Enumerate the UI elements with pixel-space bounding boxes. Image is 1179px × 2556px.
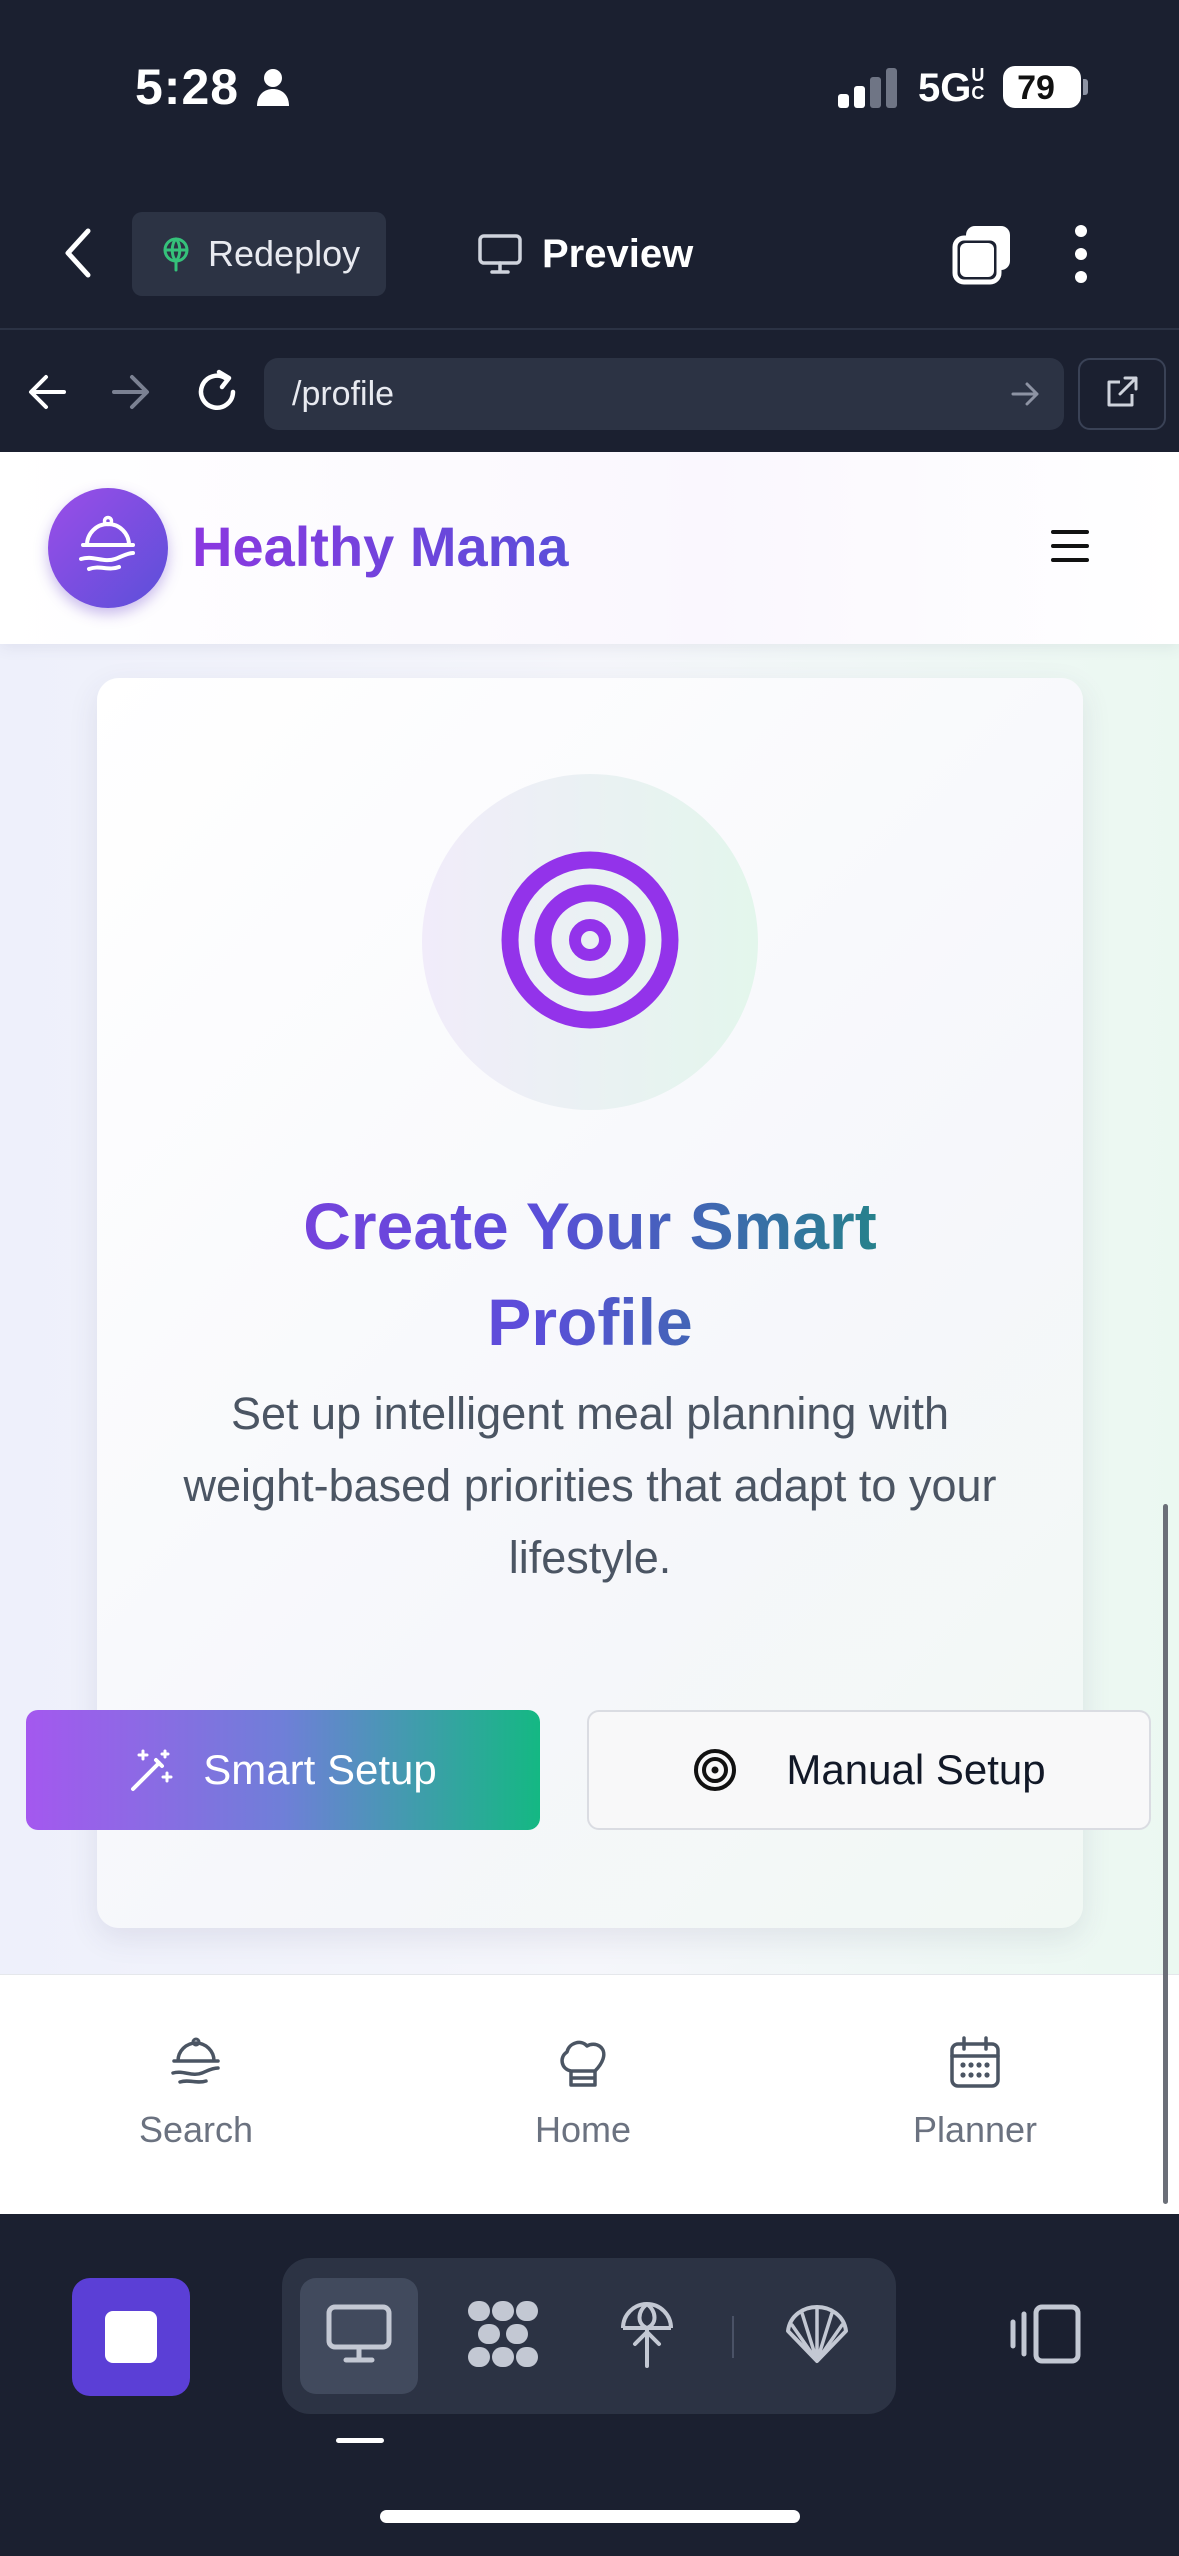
battery-cap xyxy=(1083,79,1088,95)
deploy-globe-icon xyxy=(617,2298,677,2375)
layout-toggle-icon[interactable] xyxy=(1010,2304,1082,2369)
manual-setup-button[interactable]: Manual Setup xyxy=(587,1710,1151,1830)
shell-icon xyxy=(782,2303,852,2370)
site-header: Healthy Mama xyxy=(0,452,1179,644)
nodes-icon xyxy=(466,2299,540,2374)
external-link-icon xyxy=(1104,374,1140,415)
redeploy-icon xyxy=(158,236,194,272)
calendar-icon xyxy=(947,2031,1003,2095)
home-indicator[interactable] xyxy=(380,2510,800,2523)
cloche-icon xyxy=(168,2031,224,2095)
more-options-icon[interactable] xyxy=(1074,224,1088,289)
nav-label: Search xyxy=(138,2109,254,2150)
smart-setup-label: Smart Setup xyxy=(203,1746,437,1793)
dock-divider xyxy=(732,2316,734,2358)
battery-percent: 79 xyxy=(1017,69,1055,107)
status-time: 5:28 xyxy=(135,59,240,115)
bottom-nav: Search Home Planner xyxy=(0,1974,1179,2214)
nav-label: Planner xyxy=(912,2109,1038,2150)
status-bar: 5:28 5GUC 79 xyxy=(0,0,1179,180)
arrow-right-icon[interactable] xyxy=(110,372,152,417)
dock-tool-group xyxy=(282,2258,896,2414)
nav-item-search[interactable]: Search xyxy=(76,2031,316,2151)
active-tab-indicator xyxy=(336,2438,384,2443)
nav-label: Home xyxy=(534,2109,632,2150)
preview-button[interactable]: Preview xyxy=(478,212,693,296)
nav-item-home[interactable]: Home xyxy=(463,2031,703,2151)
redeploy-label: Redeploy xyxy=(208,233,361,274)
stop-square-icon xyxy=(105,2311,157,2363)
card-subtitle: Set up intelligent meal planning with we… xyxy=(183,1388,997,1583)
manual-setup-label: Manual Setup xyxy=(786,1746,1046,1793)
target-badge xyxy=(422,774,758,1110)
app-toolbar: Redeploy Preview xyxy=(0,180,1179,330)
bottom-dock xyxy=(0,2214,1179,2556)
smart-setup-button[interactable]: Smart Setup xyxy=(26,1710,540,1830)
theme-button[interactable] xyxy=(758,2278,876,2394)
target-icon xyxy=(500,850,680,1035)
logo[interactable] xyxy=(48,488,168,608)
arrow-left-icon[interactable] xyxy=(26,372,68,417)
tabs-icon[interactable] xyxy=(952,224,1014,291)
reload-icon[interactable] xyxy=(193,368,241,421)
signal-icon xyxy=(838,66,900,113)
brand-name[interactable]: Healthy Mama xyxy=(192,514,569,579)
url-value: /profile xyxy=(292,374,395,413)
back-chevron-icon[interactable] xyxy=(62,227,94,284)
deploy-button[interactable] xyxy=(588,2278,706,2394)
monitor-icon xyxy=(326,2304,392,2369)
hamburger-menu-icon[interactable] xyxy=(1050,528,1090,569)
stop-button[interactable] xyxy=(72,2278,190,2396)
preview-label: Preview xyxy=(542,231,694,276)
target-small-icon xyxy=(692,1747,738,1793)
open-external-button[interactable] xyxy=(1078,358,1166,430)
redeploy-button[interactable]: Redeploy xyxy=(132,212,386,296)
magic-wand-icon xyxy=(129,1747,175,1793)
battery-icon: 79 xyxy=(1003,66,1081,108)
browser-bar: /profile xyxy=(0,332,1179,452)
go-arrow-icon[interactable] xyxy=(1010,378,1042,415)
web-viewport: Healthy Mama Create Your Smart Profile S… xyxy=(0,452,1179,2214)
scrollbar-thumb[interactable] xyxy=(1163,1504,1168,2204)
workflow-button[interactable] xyxy=(444,2278,562,2394)
chef-hat-icon xyxy=(555,2031,611,2095)
person-icon xyxy=(255,68,291,111)
network-label: 5GUC xyxy=(918,65,985,110)
nav-item-planner[interactable]: Planner xyxy=(855,2031,1095,2151)
monitor-icon xyxy=(478,234,522,274)
desktop-preview-button[interactable] xyxy=(300,2278,418,2394)
url-input[interactable]: /profile xyxy=(264,358,1064,430)
card-title: Create Your Smart Profile xyxy=(97,1178,1083,1370)
cloche-hand-icon xyxy=(75,513,141,584)
